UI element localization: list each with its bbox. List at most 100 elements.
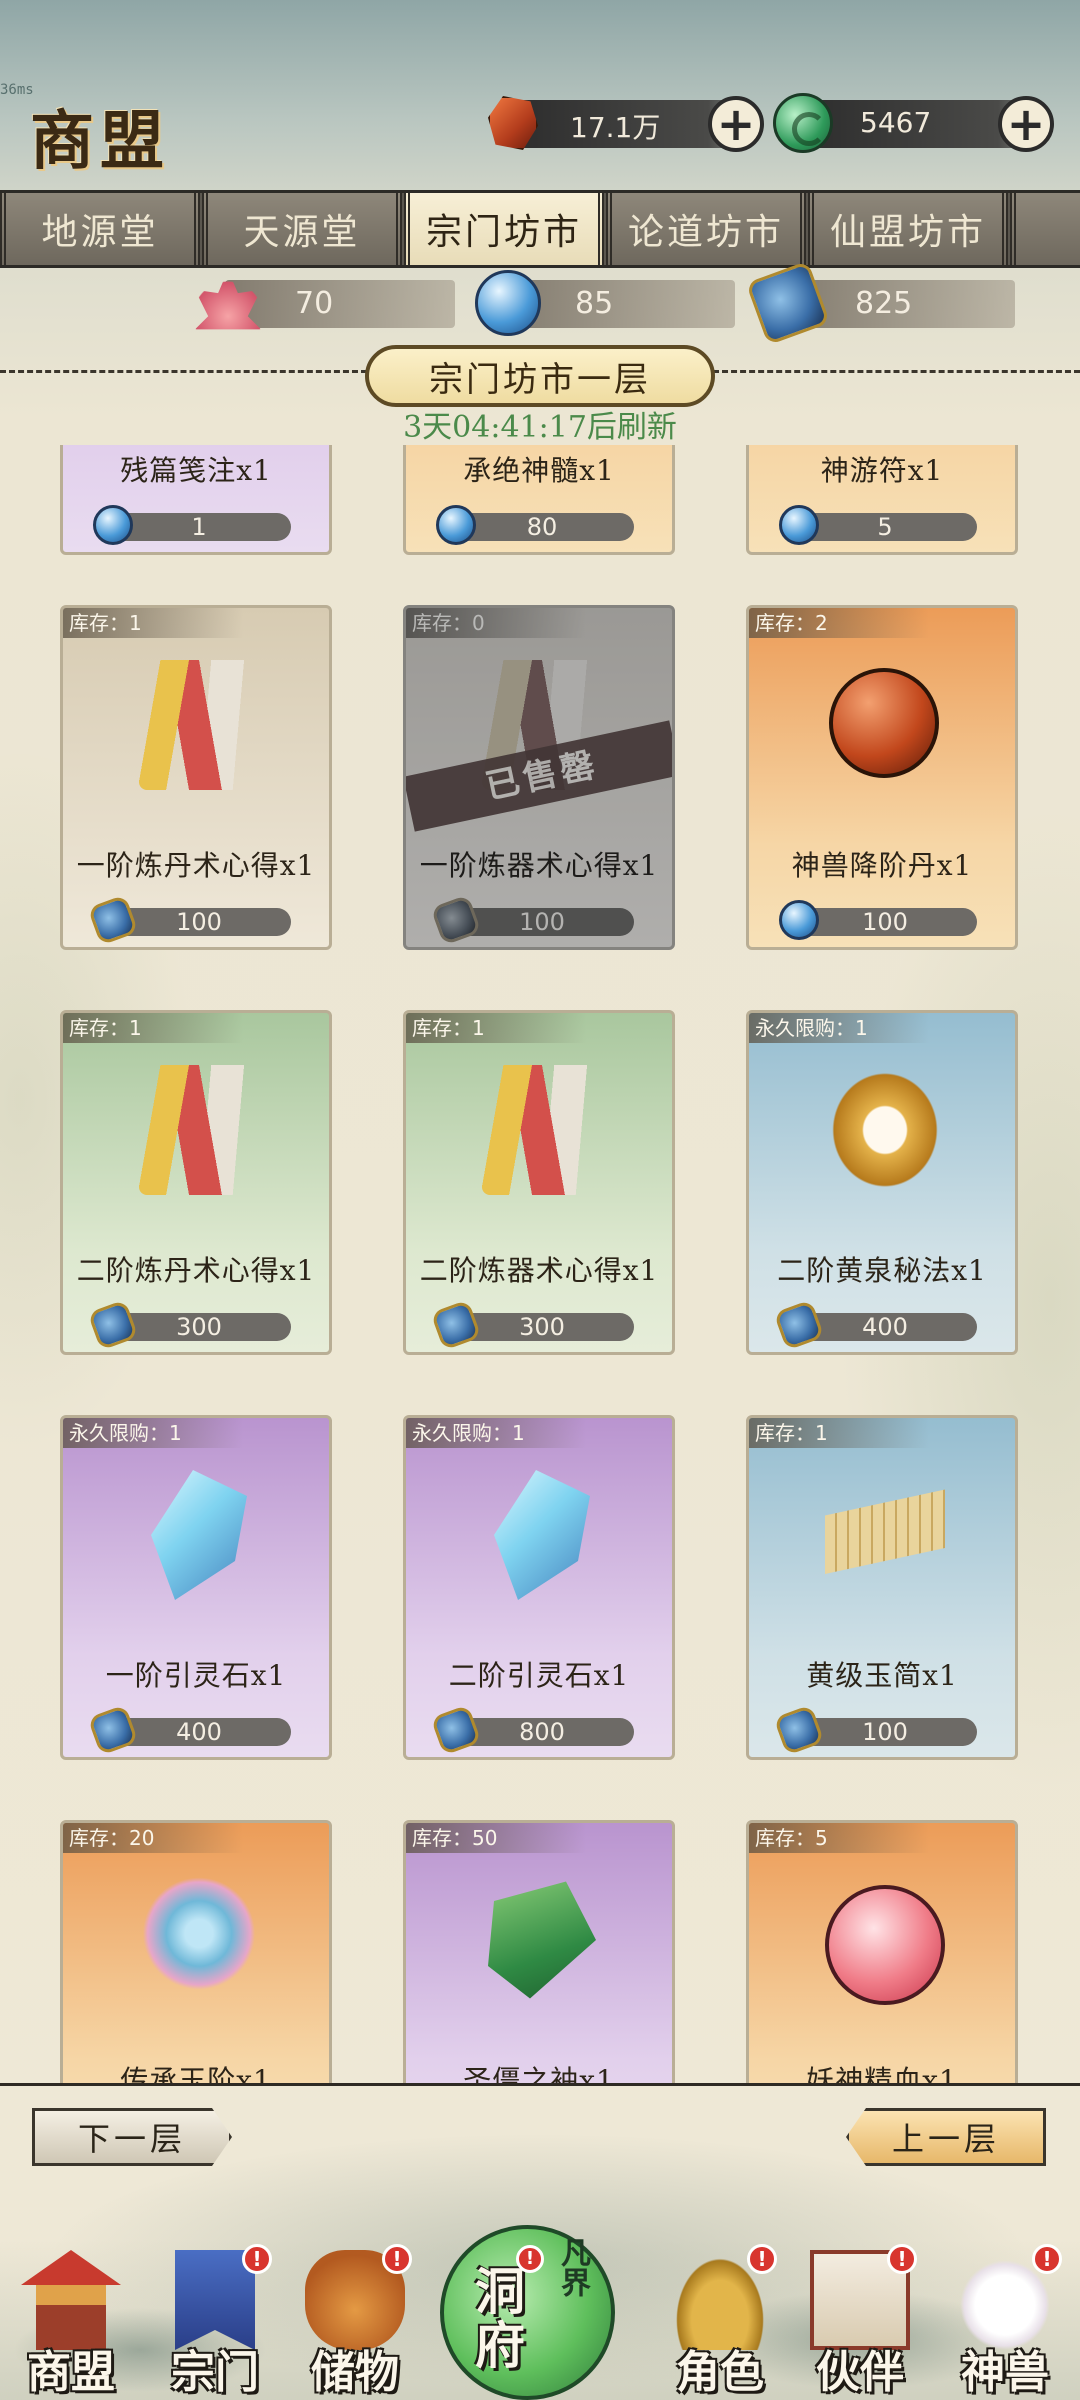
item-name: 二阶炼器术心得x1 <box>419 1254 659 1287</box>
price-value: 100 <box>862 908 908 936</box>
floor-title: 宗门坊市一层 <box>365 345 715 407</box>
shop-item-card[interactable]: 库存：2 神兽降阶丹x1 100 <box>746 605 1018 950</box>
stock-label: 库存：1 <box>63 1013 243 1043</box>
item-name: 神游符x1 <box>820 454 944 487</box>
sect-token-icon <box>87 1299 139 1351</box>
next-floor-button[interactable]: 下一层 <box>32 2108 232 2166</box>
currency-jade-value: 5467 <box>860 106 932 139</box>
price-value: 5 <box>877 513 893 541</box>
item-grid[interactable]: 残篇笺注x1 1 承绝神髓x1 80 神游符x1 5 库存：1 一阶炼丹术心得x1 100 库存：… <box>0 445 1080 2083</box>
nav-label: 角色 <box>676 2347 764 2398</box>
stock-label: 永久限购：1 <box>63 1418 243 1448</box>
price-value: 80 <box>526 513 558 541</box>
shop-item-card[interactable]: 库存：50 圣僵之袖x1 <box>403 1820 675 2083</box>
cave-dwelling-button[interactable]: 洞府 凡界 ! <box>440 2225 640 2400</box>
add-jade-button[interactable]: + <box>998 96 1054 152</box>
pavilion-icon <box>21 2250 121 2350</box>
shop-item-card[interactable]: 永久限购：1 一阶引灵石x1 400 <box>60 1415 332 1760</box>
notification-badge: ! <box>747 2244 777 2274</box>
notification-badge: ! <box>887 2244 917 2274</box>
tab-xianmeng-market[interactable]: 仙盟坊市 <box>808 193 1008 265</box>
shop-item-card[interactable]: 库存：5 妖神精血x1 <box>746 1820 1018 2083</box>
item-name: 妖神精血x1 <box>806 2064 958 2083</box>
notification-badge: ! <box>382 2244 412 2274</box>
shop-item-card[interactable]: 库存：1 一阶炼丹术心得x1 100 <box>60 605 332 950</box>
add-ore-button[interactable]: + <box>708 96 764 152</box>
item-flower-icon <box>139 1875 259 2005</box>
item-book-icon <box>488 1881 596 1999</box>
resource-lotus-value: 70 <box>295 286 334 321</box>
item-scroll-red-icon <box>139 1065 259 1195</box>
item-name: 黄级玉简x1 <box>806 1659 958 1692</box>
price-tag: 400 <box>87 1704 291 1756</box>
shop-item-card[interactable]: 库存：1 黄级玉简x1 100 <box>746 1415 1018 1760</box>
shop-item-card[interactable]: 永久限购：1 二阶黄泉秘法x1 400 <box>746 1010 1018 1355</box>
shop-item-card[interactable]: 库存：1 二阶炼器术心得x1 300 <box>403 1010 675 1355</box>
ore-gem-icon <box>480 90 546 156</box>
nav-label: 宗门 <box>171 2347 259 2398</box>
item-crystal-icon <box>494 1470 590 1600</box>
tab-zongmen-market[interactable]: 宗门坊市 <box>404 193 604 265</box>
nav-item-huoban[interactable]: ! 伙伴 <box>795 2244 925 2400</box>
stock-label: 库存：0 <box>406 608 586 638</box>
resource-orb-value: 85 <box>575 286 614 321</box>
shop-item-card[interactable]: 神游符x1 5 <box>746 445 1018 555</box>
item-name: 二阶黄泉秘法x1 <box>777 1254 987 1287</box>
tab-tianyuantang[interactable]: 天源堂 <box>202 193 402 265</box>
nav-item-zongmen[interactable]: ! 宗门 <box>150 2244 280 2400</box>
item-pink-orb-icon <box>825 1885 945 2005</box>
sect-token-icon <box>745 260 831 346</box>
resource-token-value: 825 <box>855 286 913 321</box>
price-tag: 300 <box>430 1299 634 1351</box>
spirit-orb-icon <box>93 505 133 545</box>
item-name: 神兽降阶丹x1 <box>791 849 973 882</box>
item-scroll-red-icon <box>482 1065 602 1195</box>
item-crystal-icon <box>151 1470 247 1600</box>
price-tag: 100 <box>430 894 634 946</box>
realm-label: 凡界 <box>555 2237 590 2297</box>
cave-dwelling-label: 洞府 <box>467 2265 526 2373</box>
sect-token-icon <box>773 1299 825 1351</box>
tab-lundao-market[interactable]: 论道坊市 <box>606 193 806 265</box>
stock-label: 库存：1 <box>749 1418 929 1448</box>
price-tag: 1 <box>93 505 291 545</box>
sect-token-icon <box>773 1704 825 1756</box>
ping-indicator: 36ms <box>0 82 34 98</box>
shop-item-card[interactable]: 库存：20 传承玉阶x1 <box>60 1820 332 2083</box>
sect-token-icon <box>87 894 139 946</box>
item-name: 承绝神髓x1 <box>463 454 615 487</box>
shop-item-card[interactable]: 库存：0 已售罄 一阶炼器术心得x1 100 <box>403 605 675 950</box>
price-value: 300 <box>176 1313 222 1341</box>
tab-diyuantang[interactable]: 地源堂 <box>0 193 200 265</box>
price-tag: 80 <box>436 505 634 545</box>
shop-item-card[interactable]: 承绝神髓x1 80 <box>403 445 675 555</box>
nav-item-chuwu[interactable]: ! 储物 <box>290 2244 420 2400</box>
shop-item-card[interactable]: 残篇笺注x1 1 <box>60 445 332 555</box>
price-tag: 100 <box>87 894 291 946</box>
currency-jade-display: 5467 + <box>773 93 1054 153</box>
price-value: 400 <box>862 1313 908 1341</box>
item-scroll-red-icon <box>139 660 259 790</box>
price-value: 800 <box>519 1718 565 1746</box>
resource-token: 825 <box>745 260 1015 346</box>
price-tag: 100 <box>773 1704 977 1756</box>
shop-item-card[interactable]: 永久限购：1 二阶引灵石x1 800 <box>403 1415 675 1760</box>
price-value: 1 <box>191 513 207 541</box>
nav-item-shangmeng[interactable]: 商盟 <box>6 2250 136 2400</box>
shop-tabs: 地源堂 天源堂 宗门坊市 论道坊市 仙盟坊市 易 <box>0 190 1080 268</box>
nav-item-juese[interactable]: ! 角色 <box>655 2244 785 2400</box>
prev-floor-button[interactable]: 上一层 <box>846 2108 1046 2166</box>
spirit-orb-icon <box>779 900 819 940</box>
tab-yi[interactable]: 易 <box>1010 193 1080 265</box>
lotus-icon <box>195 270 261 330</box>
stock-label: 库存：50 <box>406 1823 586 1853</box>
item-name: 二阶引灵石x1 <box>448 1659 630 1692</box>
price-value: 100 <box>519 908 565 936</box>
spirit-orb-icon <box>475 270 541 336</box>
nav-item-shenshou[interactable]: ! 神兽 <box>940 2244 1070 2400</box>
stock-label: 库存：20 <box>63 1823 243 1853</box>
notification-badge: ! <box>516 2245 544 2273</box>
nav-label: 储物 <box>311 2347 399 2398</box>
shop-item-card[interactable]: 库存：1 二阶炼丹术心得x1 300 <box>60 1010 332 1355</box>
sect-token-icon <box>87 1704 139 1756</box>
